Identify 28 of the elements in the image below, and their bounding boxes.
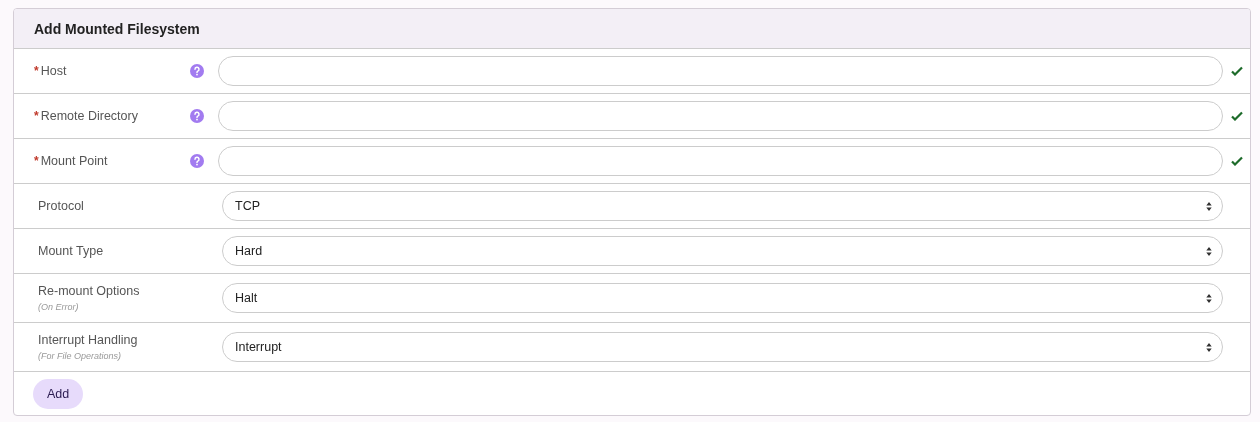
add-button[interactable]: Add xyxy=(33,378,84,409)
sort-icon xyxy=(1206,293,1212,303)
required-mark: * xyxy=(34,154,39,168)
field-label: Mount Point xyxy=(40,154,108,168)
select-field[interactable]: Halt xyxy=(222,283,1223,313)
help-icon[interactable] xyxy=(190,154,204,168)
field-hint: (On Error) xyxy=(38,302,80,312)
field-hint: (For File Operations) xyxy=(38,351,123,361)
sort-icon xyxy=(1206,246,1212,256)
required-mark: * xyxy=(34,109,39,123)
required-mark: * xyxy=(34,64,39,78)
sort-icon xyxy=(1206,201,1212,211)
field-label: Re-mount Options xyxy=(38,284,140,298)
help-icon[interactable] xyxy=(190,64,204,78)
help-icon[interactable] xyxy=(190,109,204,123)
select-field[interactable]: Hard xyxy=(222,236,1223,266)
select-field[interactable]: Interrupt xyxy=(222,332,1223,362)
text-field[interactable] xyxy=(218,146,1223,176)
select-field[interactable]: TCP xyxy=(222,191,1223,221)
field-label: Host xyxy=(40,64,67,78)
form-title: Add Mounted Filesystem xyxy=(34,20,200,37)
field-label: Interrupt Handling xyxy=(38,333,138,347)
sort-icon xyxy=(1206,342,1212,352)
text-field[interactable] xyxy=(218,101,1223,131)
field-label: Remote Directory xyxy=(40,109,138,123)
text-field[interactable] xyxy=(218,56,1223,86)
field-label: Protocol xyxy=(38,199,84,213)
field-label: Mount Type xyxy=(38,244,104,258)
